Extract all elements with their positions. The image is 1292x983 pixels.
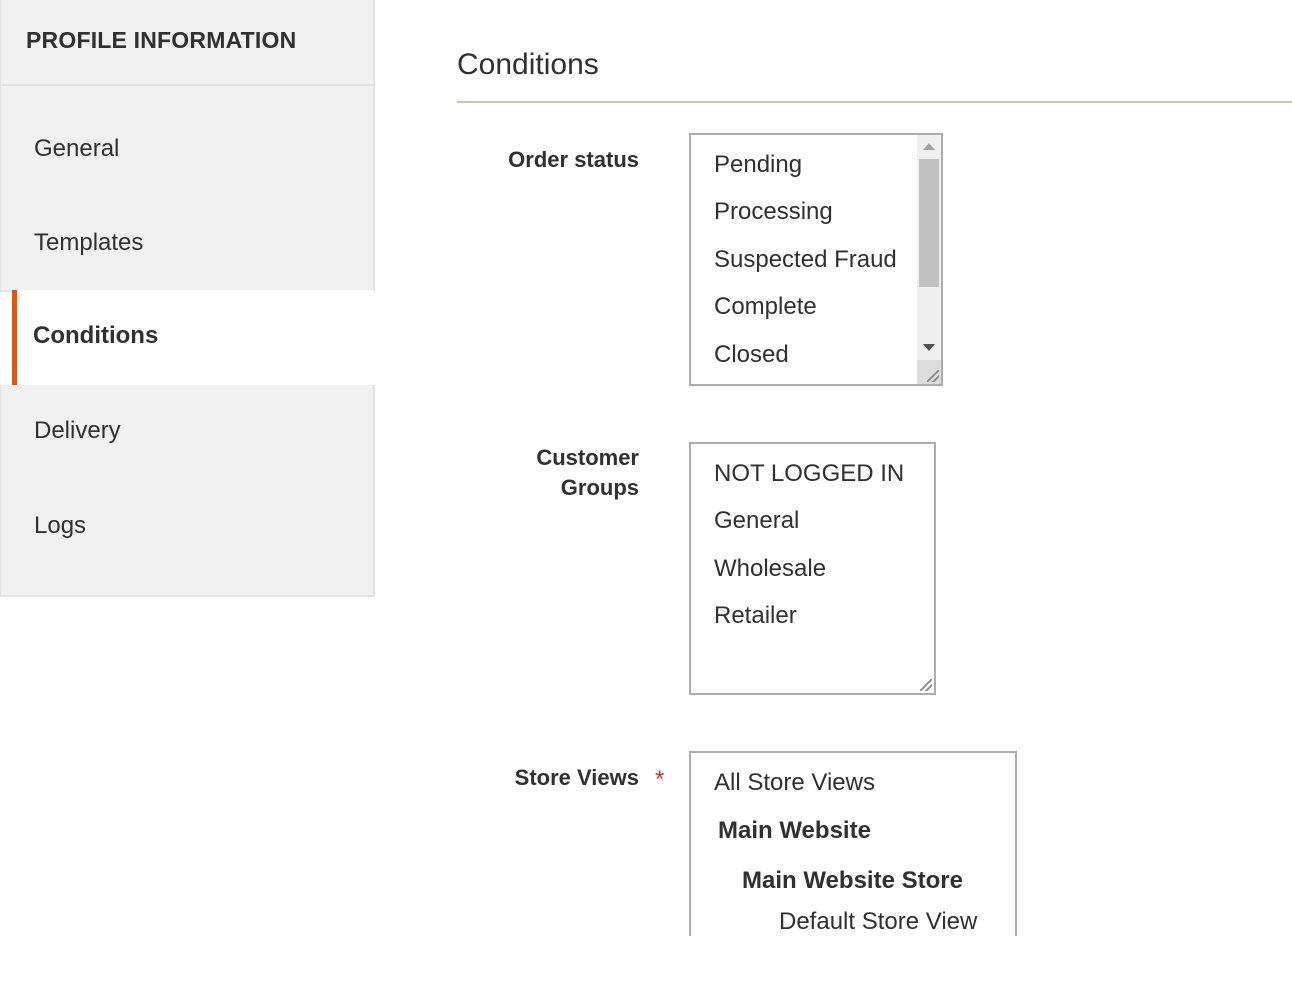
active-indicator (12, 290, 17, 385)
customer-groups-label-line2: Groups (560, 475, 639, 500)
sidebar-item-label: Conditions (33, 322, 159, 349)
optgroup-main-website: Main Website (718, 817, 871, 844)
sidebar-item-conditions[interactable]: Conditions (12, 290, 374, 385)
sidebar-header: PROFILE INFORMATION (0, 0, 375, 86)
order-status-multiselect[interactable]: Pending Processing Suspected Fraud Compl… (689, 133, 943, 386)
sidebar-title: PROFILE INFORMATION (26, 27, 297, 53)
option-suspected-fraud[interactable]: Suspected Fraud (714, 246, 897, 274)
sidebar-item-delivery[interactable]: Delivery (34, 417, 121, 445)
store-views-label: Store Views (514, 765, 639, 790)
option-processing[interactable]: Processing (714, 198, 833, 226)
scroll-down-arrow-icon[interactable] (923, 344, 935, 351)
viewport-clip (680, 936, 1040, 983)
scrollbar[interactable] (917, 135, 941, 384)
customer-groups-label: Customer Groups (440, 443, 639, 503)
sidebar-item-logs[interactable]: Logs (34, 512, 86, 540)
required-asterisk: * (655, 766, 665, 793)
option-complete[interactable]: Complete (714, 293, 817, 321)
option-general[interactable]: General (714, 507, 799, 535)
option-not-logged-in[interactable]: NOT LOGGED IN (714, 460, 904, 488)
option-default-store-view[interactable]: Default Store View (779, 908, 977, 936)
scrollbar-thumb[interactable] (919, 159, 939, 287)
sidebar-group: Delivery Logs (0, 385, 375, 597)
resize-handle[interactable] (917, 360, 941, 384)
section-title: Conditions (457, 48, 599, 81)
optgroup-main-website-store: Main Website Store (742, 867, 963, 894)
option-closed[interactable]: Closed (714, 341, 789, 369)
option-retailer[interactable]: Retailer (714, 602, 797, 630)
sidebar-group: General Templates (0, 86, 375, 292)
option-wholesale[interactable]: Wholesale (714, 555, 826, 583)
resize-grip-icon (927, 370, 939, 382)
section-divider (457, 101, 1292, 103)
customer-groups-label-line1: Customer (536, 445, 639, 470)
option-all-store-views[interactable]: All Store Views (714, 769, 875, 797)
order-status-label: Order status (508, 147, 639, 172)
resize-grip-icon[interactable] (920, 679, 932, 691)
customer-groups-multiselect[interactable]: NOT LOGGED IN General Wholesale Retailer (689, 442, 936, 695)
scroll-up-arrow-icon[interactable] (923, 143, 935, 150)
sidebar-item-general[interactable]: General (34, 135, 119, 163)
option-pending[interactable]: Pending (714, 151, 802, 179)
store-views-multiselect[interactable]: All Store Views Main Website Main Websit… (689, 751, 1017, 941)
sidebar-item-templates[interactable]: Templates (34, 229, 143, 257)
